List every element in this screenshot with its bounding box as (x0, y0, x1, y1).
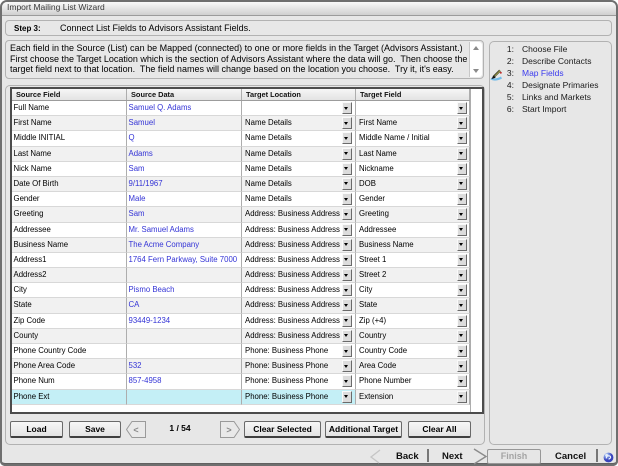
svg-text:<: < (133, 425, 138, 435)
svg-text:>: > (226, 425, 231, 435)
